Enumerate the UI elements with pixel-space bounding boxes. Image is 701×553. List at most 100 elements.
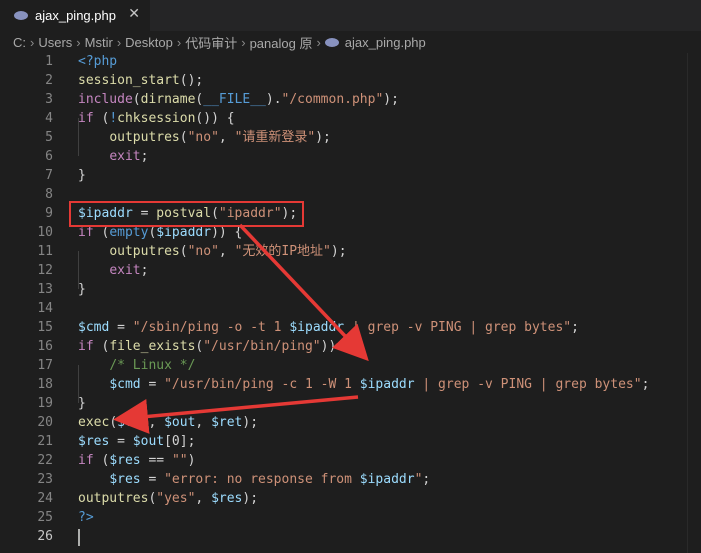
code-text: $res = $out[0];	[78, 432, 195, 451]
code-editor[interactable]: 1 <?php 2 session_start(); 3 include(dirname(…	[0, 52, 701, 553]
code-line[interactable]: 4 if (!chksession()) {	[0, 109, 701, 128]
line-number: 9	[45, 206, 53, 221]
breadcrumb-item[interactable]: ajax_ping.php	[345, 35, 426, 50]
code-token: "请重新登录"	[234, 130, 316, 145]
code-token: (	[93, 111, 110, 126]
code-token: $ipaddr	[359, 377, 415, 392]
line-number: 26	[37, 529, 53, 544]
code-token: "no"	[187, 130, 219, 145]
code-token: $cmd	[117, 415, 149, 430]
code-line[interactable]: 24 outputres("yes", $res);	[0, 489, 701, 508]
code-token: "no"	[187, 244, 219, 259]
code-text: outputres("no", "无效的IP地址");	[78, 242, 346, 261]
highlight-box	[69, 201, 304, 227]
line-number: 15	[37, 320, 53, 335]
code-token: ).	[265, 92, 282, 107]
line-number: 10	[37, 225, 53, 240]
code-text: if (!chksession()) {	[78, 109, 235, 128]
breadcrumb-item[interactable]: panalog 原	[250, 33, 313, 52]
breadcrumb-item[interactable]: Mstir	[85, 35, 113, 50]
code-line[interactable]: 19}	[0, 394, 701, 413]
code-line[interactable]: 15 $cmd = "/sbin/ping -o -t 1 $ipaddr | g…	[0, 318, 701, 337]
code-line[interactable]: 6 exit;	[0, 147, 701, 166]
breadcrumb-item[interactable]: C:	[13, 35, 26, 50]
line-number: 5	[45, 130, 53, 145]
code-line[interactable]: 17 /* Linux */	[0, 356, 701, 375]
code-line[interactable]: 1 <?php	[0, 52, 701, 71]
code-line[interactable]: 12 exit;	[0, 261, 701, 280]
code-line[interactable]: 20 exec($cmd, $out, $ret);	[0, 413, 701, 432]
code-line[interactable]: 14	[0, 299, 701, 318]
code-token: "error: no response from	[164, 472, 360, 487]
line-number: 12	[37, 263, 53, 278]
code-token: }	[78, 168, 86, 183]
code-line[interactable]: 23 $res = "error: no response from $ipad…	[0, 470, 701, 489]
line-number: 18	[37, 377, 53, 392]
code-text: $cmd = "/sbin/ping -o -t 1 $ipaddr | gre…	[78, 318, 579, 337]
code-token: $cmd	[109, 377, 141, 392]
code-token: }	[78, 282, 86, 297]
breadcrumb-item[interactable]: Desktop	[125, 35, 173, 50]
code-token: (	[109, 415, 118, 430]
chevron-right-icon: ›	[116, 34, 122, 50]
code-token: exec	[78, 415, 110, 430]
code-line[interactable]: 2 session_start();	[0, 71, 701, 90]
code-token: "yes"	[156, 491, 196, 506]
code-text: if ($res == "")	[78, 451, 195, 470]
code-line[interactable]: 25 ?>	[0, 508, 701, 527]
code-token: ,	[148, 415, 165, 430]
code-token: $res	[109, 453, 141, 468]
code-token: ()) {	[195, 111, 235, 126]
code-token: ""	[171, 453, 188, 468]
code-token: (	[132, 92, 141, 107]
code-token: $ipaddr	[359, 472, 415, 487]
code-token: file_exists	[109, 339, 196, 354]
code-token: ;	[140, 149, 149, 164]
code-token: "/usr/bin/ping -c 1 -W 1	[164, 377, 360, 392]
code-text: outputres("no", "请重新登录");	[78, 128, 331, 147]
line-number: 21	[37, 434, 53, 449]
code-token: $ipaddr	[289, 320, 345, 335]
line-number: 6	[45, 149, 53, 164]
code-line[interactable]: 13}	[0, 280, 701, 299]
code-token: ();	[179, 73, 204, 88]
line-number: 3	[45, 92, 53, 107]
code-text: exit;	[78, 147, 148, 166]
breadcrumb-item[interactable]: 代码审计	[185, 33, 237, 52]
code-token: ,	[218, 130, 235, 145]
code-line[interactable]: 16 if (file_exists("/usr/bin/ping")) {	[0, 337, 701, 356]
code-line[interactable]: 21 $res = $out[0];	[0, 432, 701, 451]
breadcrumb-item[interactable]: Users	[38, 35, 72, 50]
code-line[interactable]: 11 outputres("no", "无效的IP地址");	[0, 242, 701, 261]
code-line[interactable]: 22 if ($res == "")	[0, 451, 701, 470]
chevron-right-icon: ›	[30, 34, 35, 50]
code-text: }	[78, 166, 86, 185]
line-number: 13	[37, 282, 53, 297]
code-line[interactable]: 7}	[0, 166, 701, 185]
code-token: session_start	[78, 73, 180, 88]
line-number: 8	[45, 187, 53, 202]
vertical-scrollbar[interactable]	[687, 53, 701, 553]
php-elephant-icon	[14, 11, 28, 20]
code-line[interactable]: 3 include(dirname(__FILE__)."/common.php"…	[0, 90, 701, 109]
code-token: $out	[132, 434, 165, 449]
code-line[interactable]: 5 outputres("no", "请重新登录");	[0, 128, 701, 147]
breadcrumb: C: › Users › Mstir › Desktop › 代码审计 › panalog…	[0, 31, 701, 53]
code-token: | grep -v PING | grep bytes"	[344, 320, 572, 335]
chevron-right-icon: ›	[176, 34, 182, 50]
code-token: exit	[109, 263, 141, 278]
code-line[interactable]: 26	[0, 527, 701, 546]
code-token: if	[78, 225, 94, 240]
close-icon[interactable]: ✕	[128, 6, 140, 22]
line-number: 14	[37, 301, 53, 316]
code-token: "/usr/bin/ping"	[203, 339, 321, 354]
tab-ajax-ping[interactable]: ajax_ping.php ✕	[0, 0, 150, 31]
code-text: exec($cmd, $out, $ret);	[78, 413, 258, 432]
tab-bar: ajax_ping.php ✕	[0, 0, 701, 31]
code-line[interactable]: 18 $cmd = "/usr/bin/ping -c 1 -W 1 $ipad…	[0, 375, 701, 394]
